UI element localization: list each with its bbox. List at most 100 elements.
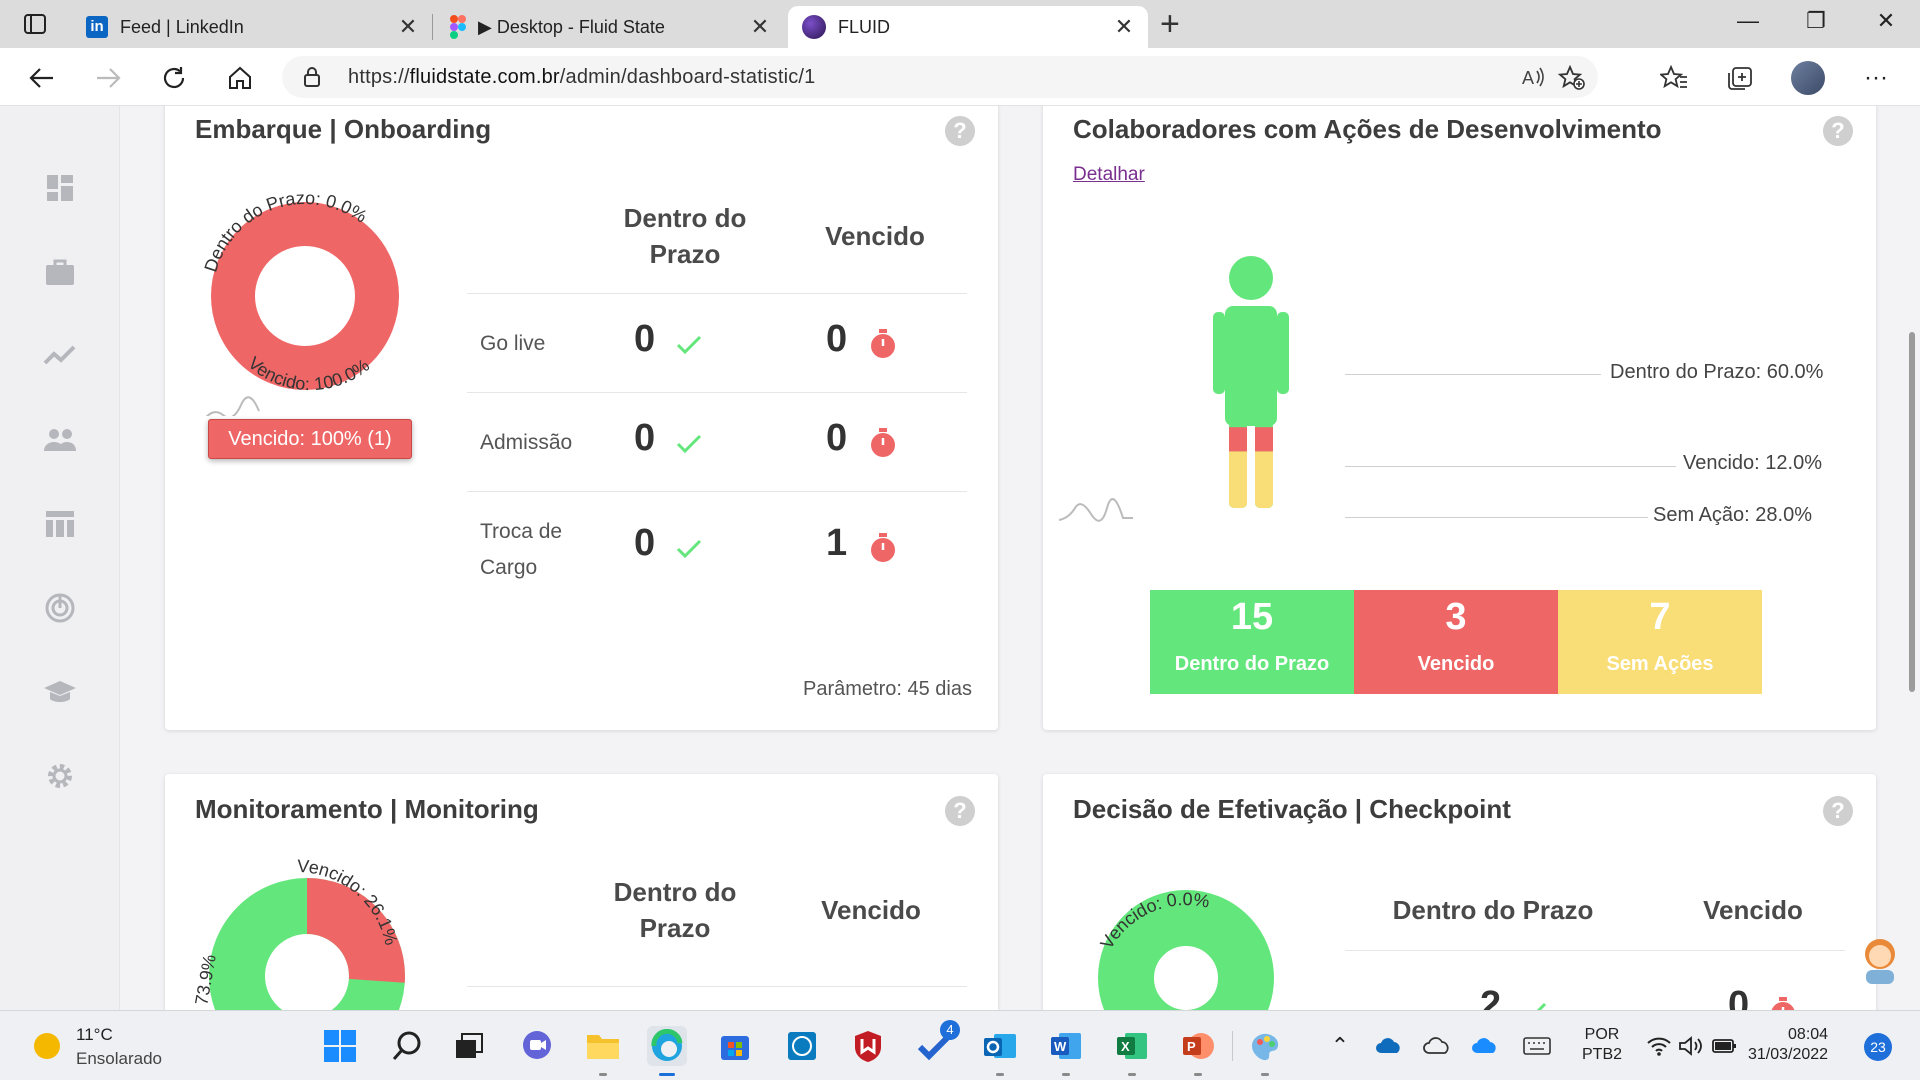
powerpoint-icon[interactable]: P xyxy=(1178,1026,1218,1066)
keyboard-icon[interactable] xyxy=(1522,1031,1552,1061)
page-scrollbar[interactable] xyxy=(1904,106,1920,1010)
start-icon[interactable] xyxy=(320,1026,360,1066)
figma-icon xyxy=(450,15,466,39)
stopwatch-icon xyxy=(871,329,895,358)
file-explorer-icon[interactable] xyxy=(583,1026,623,1066)
onedrive-icon[interactable] xyxy=(1374,1031,1404,1061)
wifi-icon[interactable] xyxy=(1644,1031,1674,1061)
dell-icon[interactable] xyxy=(782,1026,822,1066)
address-bar[interactable]: https://fluidstate.com.br/admin/dashboar… xyxy=(282,56,1598,98)
system-clock[interactable]: 08:04 31/03/2022 xyxy=(1748,1025,1828,1065)
details-link[interactable]: Detalhar xyxy=(1073,164,1145,186)
weather-temperature[interactable]: 11°C xyxy=(76,1025,113,1045)
minimize-button[interactable]: — xyxy=(1728,8,1768,34)
back-button[interactable] xyxy=(24,60,60,96)
figure-segment-overdue[interactable] xyxy=(1203,427,1313,452)
new-tab-button[interactable]: + xyxy=(1160,7,1180,41)
on-time-count: 2 xyxy=(1480,984,1502,1010)
forward-button[interactable] xyxy=(90,60,126,96)
loader-squiggle xyxy=(205,396,260,416)
svg-text:X: X xyxy=(1121,1039,1130,1054)
target-icon[interactable] xyxy=(40,588,80,628)
stat-overdue[interactable]: 3 Vencido xyxy=(1354,590,1558,694)
help-icon[interactable]: ? xyxy=(1823,796,1853,826)
tab-linkedin[interactable]: in Feed | LinkedIn ✕ xyxy=(72,6,432,48)
help-icon[interactable]: ? xyxy=(1823,116,1853,146)
search-icon[interactable] xyxy=(387,1026,427,1066)
language-indicator[interactable]: POR PTB2 xyxy=(1582,1025,1622,1065)
restore-button[interactable]: ❐ xyxy=(1796,8,1836,34)
close-icon[interactable]: ✕ xyxy=(750,14,770,40)
donut-slice-on-time[interactable] xyxy=(1098,890,1274,1010)
notification-count[interactable]: 23 xyxy=(1864,1033,1892,1061)
chevron-up-icon[interactable]: ⌃ xyxy=(1325,1031,1355,1061)
store-icon[interactable] xyxy=(715,1026,755,1066)
onboarding-card: Embarque | Onboarding ? Dentro do Prazo:… xyxy=(165,106,998,730)
lock-icon[interactable] xyxy=(302,66,322,93)
scrollbar-thumb[interactable] xyxy=(1909,332,1915,692)
svg-text:A: A xyxy=(1522,68,1534,88)
home-button[interactable] xyxy=(222,60,258,96)
tab-actions-icon[interactable] xyxy=(18,10,52,38)
todo-icon[interactable]: 4 xyxy=(914,1020,960,1066)
legend-no-action: Sem Ação: 28.0% xyxy=(1653,504,1812,526)
mcafee-icon[interactable] xyxy=(848,1026,888,1066)
trend-chart-icon[interactable] xyxy=(40,336,80,376)
excel-icon[interactable]: X xyxy=(1112,1026,1152,1066)
windows-taskbar: 11°C Ensolarado 4 W X P ⌃ POR PTB2 08:04… xyxy=(0,1010,1920,1080)
row-divider xyxy=(467,986,967,987)
running-indicator xyxy=(1062,1073,1070,1076)
briefcase-icon[interactable] xyxy=(40,252,80,292)
stat-on-time[interactable]: 15 Dentro do Prazo xyxy=(1150,590,1354,694)
column-header-on-time: Dentro do Prazo xyxy=(623,203,747,269)
on-time-count: 0 xyxy=(634,417,656,459)
outlook-icon[interactable] xyxy=(980,1026,1020,1066)
add-favorite-icon[interactable] xyxy=(1557,64,1586,96)
word-icon[interactable]: W xyxy=(1046,1026,1086,1066)
close-window-button[interactable]: ✕ xyxy=(1866,8,1906,34)
people-icon[interactable] xyxy=(40,420,80,460)
stopwatch-icon xyxy=(871,428,895,457)
onedrive-personal-icon[interactable] xyxy=(1422,1031,1452,1061)
edge-icon[interactable] xyxy=(647,1026,687,1066)
card-title: Colaboradores com Ações de Desenvolvimen… xyxy=(1073,114,1662,144)
tab-fluid[interactable]: FLUID ✕ xyxy=(788,6,1148,48)
sun-icon[interactable] xyxy=(34,1033,60,1059)
task-view-icon[interactable] xyxy=(449,1026,489,1066)
monitoring-card: Monitoramento | Monitoring ? Vencido: 26… xyxy=(165,774,998,1010)
linkedin-icon: in xyxy=(86,16,108,38)
help-icon[interactable]: ? xyxy=(945,796,975,826)
graduation-cap-icon[interactable] xyxy=(40,672,80,712)
table-icon[interactable] xyxy=(40,504,80,544)
more-menu-icon[interactable]: ··· xyxy=(1858,60,1894,96)
close-icon[interactable]: ✕ xyxy=(398,14,418,40)
favorites-icon[interactable] xyxy=(1656,60,1692,96)
dashboard-icon[interactable] xyxy=(40,168,80,208)
on-time-count: 0 xyxy=(634,318,656,360)
stat-no-action[interactable]: 7 Sem Ações xyxy=(1558,590,1762,694)
onboarding-donut-chart: Dentro do Prazo: 0.0% Vencido: 100.0% xyxy=(200,188,399,416)
help-icon[interactable]: ? xyxy=(945,116,975,146)
gear-icon[interactable] xyxy=(40,756,80,796)
weather-description[interactable]: Ensolarado xyxy=(76,1049,162,1069)
browser-toolbar: https://fluidstate.com.br/admin/dashboar… xyxy=(0,48,1920,106)
teams-chat-icon[interactable] xyxy=(517,1026,557,1066)
url-text[interactable]: https://fluidstate.com.br/admin/dashboar… xyxy=(348,66,816,89)
close-icon[interactable]: ✕ xyxy=(1114,14,1134,40)
tab-figma[interactable]: ▶ Desktop - Fluid State ✕ xyxy=(436,6,784,48)
paint-icon[interactable] xyxy=(1245,1026,1285,1066)
column-header-overdue: Vencido xyxy=(825,221,925,251)
assistant-avatar[interactable] xyxy=(1858,936,1900,986)
battery-icon[interactable] xyxy=(1710,1031,1740,1061)
monitoring-donut-chart: Vencido: 26.1% 73.9% xyxy=(191,856,405,1010)
onedrive-business-icon[interactable] xyxy=(1470,1031,1500,1061)
volume-icon[interactable] xyxy=(1676,1031,1706,1061)
reload-button[interactable] xyxy=(156,60,192,96)
collections-icon[interactable] xyxy=(1722,60,1758,96)
figure-segment-no-action[interactable] xyxy=(1203,451,1313,508)
donut-slice-overdue[interactable] xyxy=(211,202,399,390)
loader-squiggle xyxy=(1058,498,1133,522)
profile-avatar[interactable] xyxy=(1790,60,1826,96)
app-sidebar xyxy=(0,106,120,1010)
read-aloud-icon[interactable]: A xyxy=(1520,65,1546,94)
